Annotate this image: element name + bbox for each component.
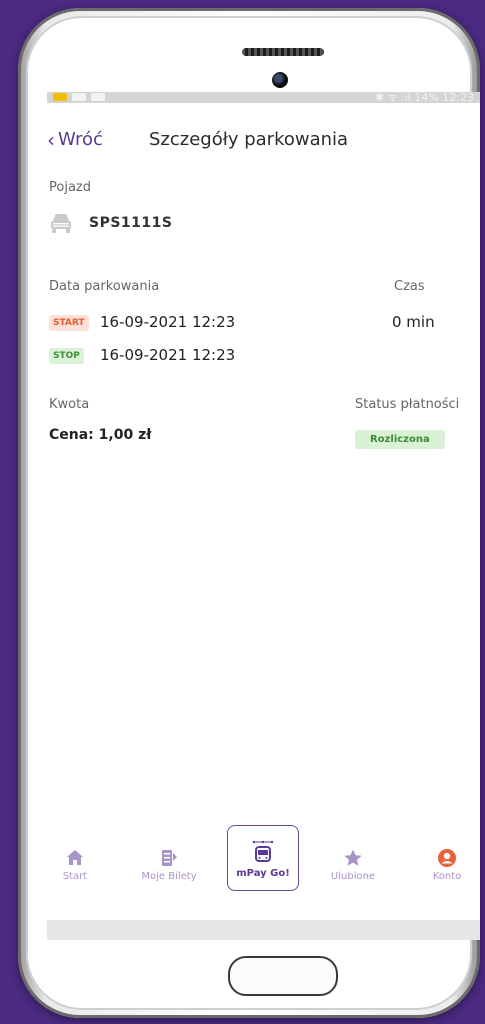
vehicle-plate: SPS1111S xyxy=(89,215,173,231)
amount-label: Kwota xyxy=(49,397,90,412)
page-title: Szczegóły parkowania xyxy=(149,129,349,150)
tab-mpay-go-label: mPay Go! xyxy=(236,868,290,879)
notification-icons xyxy=(53,93,105,101)
tab-ulubione[interactable]: Ulubione xyxy=(313,827,393,882)
tab-konto-label: Konto xyxy=(432,871,462,882)
payment-status-label: Status płatności xyxy=(355,397,460,412)
stop-badge: STOP xyxy=(49,348,84,364)
chevron-left-icon: ‹ xyxy=(47,127,55,152)
home-button[interactable] xyxy=(228,956,338,996)
mail-icon xyxy=(91,93,105,101)
parking-date-label: Data parkowania xyxy=(49,279,160,294)
vehicle-label: Pojazd xyxy=(49,180,91,195)
tab-moje-bilety[interactable]: Moje Bilety xyxy=(129,827,209,882)
navigation-strip xyxy=(47,920,480,940)
back-button[interactable]: ‹ Wróć xyxy=(47,129,103,150)
back-label: Wróć xyxy=(58,129,103,150)
status-bar: ✱ ᯤ .ıl 14% 12:23 xyxy=(47,92,480,104)
bottom-tab-bar: Start Moje Bilety mPay Go! Ulubione Kont… xyxy=(47,825,480,907)
notification-icon xyxy=(53,93,67,101)
star-icon xyxy=(344,849,362,866)
gallery-icon xyxy=(72,93,86,101)
tab-start[interactable]: Start xyxy=(47,827,115,882)
stop-time: 16-09-2021 12:23 xyxy=(100,346,236,364)
bus-icon xyxy=(252,840,274,862)
screen: ✱ ᯤ .ıl 14% 12:23 ‹ Wróć Szczegóły parko… xyxy=(47,92,480,940)
duration-label: Czas xyxy=(394,279,425,294)
header: ‹ Wróć Szczegóły parkowania xyxy=(47,103,480,165)
account-icon xyxy=(438,849,456,867)
status-badge: Rozliczona xyxy=(355,430,445,449)
front-camera xyxy=(272,72,288,88)
tab-start-label: Start xyxy=(62,871,88,882)
speaker-grille xyxy=(242,48,324,56)
duration-value: 0 min xyxy=(392,313,435,331)
tickets-icon xyxy=(162,850,177,866)
home-icon xyxy=(67,850,83,865)
tab-konto[interactable]: Konto xyxy=(407,827,480,882)
tab-moje-bilety-label: Moje Bilety xyxy=(141,871,197,882)
tab-ulubione-label: Ulubione xyxy=(330,871,376,882)
start-badge: START xyxy=(49,315,89,331)
car-icon xyxy=(51,214,71,233)
start-time: 16-09-2021 12:23 xyxy=(100,313,236,331)
amount-value: Cena: 1,00 zł xyxy=(49,427,152,443)
tab-mpay-go[interactable]: mPay Go! xyxy=(227,825,299,891)
